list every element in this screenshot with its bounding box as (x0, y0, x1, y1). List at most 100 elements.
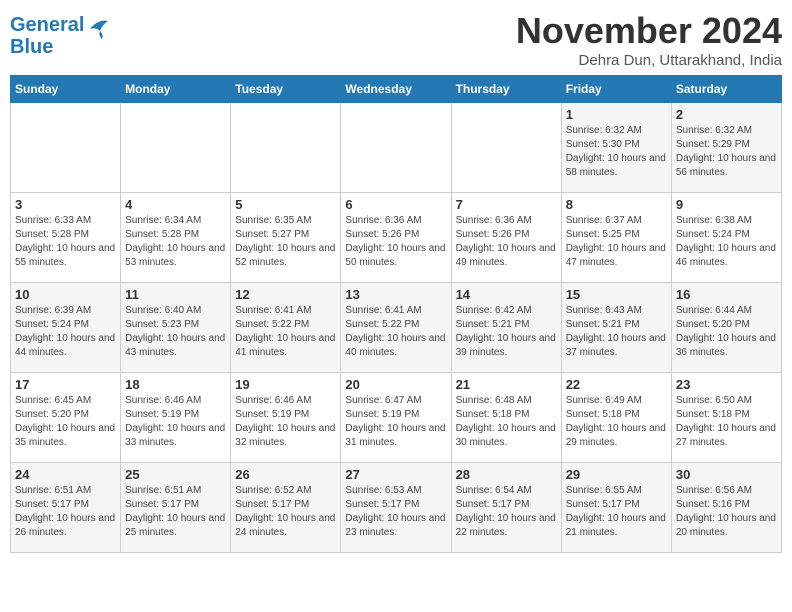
day-of-week-header: Tuesday (231, 76, 341, 103)
calendar-cell: 20 Sunrise: 6:47 AM Sunset: 5:19 PM Dayli… (341, 373, 451, 463)
calendar-header: SundayMondayTuesdayWednesdayThursdayFrid… (11, 76, 782, 103)
calendar-week-row: 1Sunrise: 6:32 AM Sunset: 5:30 PM Daylig… (11, 103, 782, 193)
day-info: Sunrise: 6:48 AM Sunset: 5:18 PM Dayligh… (456, 394, 557, 450)
day-info: Sunrise: 6:39 AM Sunset: 5:24 PM Dayligh… (15, 304, 116, 360)
day-number: 28 (456, 467, 557, 482)
day-number: 3 (15, 197, 116, 212)
day-info: Sunrise: 6:32 AM Sunset: 5:29 PM Dayligh… (676, 124, 777, 180)
day-number: 19 (235, 377, 336, 392)
calendar-cell: 24 Sunrise: 6:51 AM Sunset: 5:17 PM Dayli… (11, 463, 121, 553)
day-info: Sunrise: 6:55 AM Sunset: 5:17 PM Dayligh… (566, 484, 667, 540)
calendar-cell: 6 Sunrise: 6:36 AM Sunset: 5:26 PM Daylig… (341, 193, 451, 283)
day-of-week-header: Sunday (11, 76, 121, 103)
day-of-week-header: Thursday (451, 76, 561, 103)
calendar-cell: 4Sunrise: 6:34 AM Sunset: 5:28 PM Daylig… (121, 193, 231, 283)
calendar-cell: 13Sunrise: 6:41 AM Sunset: 5:22 PM Dayli… (341, 283, 451, 373)
day-number: 9 (676, 197, 777, 212)
day-number: 17 (15, 377, 116, 392)
day-number: 1 (566, 107, 667, 122)
day-number: 21 (456, 377, 557, 392)
calendar-week-row: 24 Sunrise: 6:51 AM Sunset: 5:17 PM Dayli… (11, 463, 782, 553)
calendar-cell: 21 Sunrise: 6:48 AM Sunset: 5:18 PM Dayli… (451, 373, 561, 463)
logo-bird-icon (80, 15, 110, 43)
day-info: Sunrise: 6:36 AM Sunset: 5:26 PM Dayligh… (456, 214, 557, 270)
day-info: Sunrise: 6:42 AM Sunset: 5:21 PM Dayligh… (456, 304, 557, 360)
day-info: Sunrise: 6:33 AM Sunset: 5:28 PM Dayligh… (15, 214, 116, 270)
calendar-cell: 26Sunrise: 6:52 AM Sunset: 5:17 PM Dayli… (231, 463, 341, 553)
calendar-cell: 9Sunrise: 6:38 AM Sunset: 5:24 PM Daylig… (671, 193, 781, 283)
calendar-cell: 17 Sunrise: 6:45 AM Sunset: 5:20 PM Dayli… (11, 373, 121, 463)
day-number: 26 (235, 467, 336, 482)
day-info: Sunrise: 6:51 AM Sunset: 5:17 PM Dayligh… (15, 484, 116, 540)
calendar-cell (341, 103, 451, 193)
day-number: 15 (566, 287, 667, 302)
day-info: Sunrise: 6:53 AM Sunset: 5:17 PM Dayligh… (345, 484, 446, 540)
calendar-cell: 11 Sunrise: 6:40 AM Sunset: 5:23 PM Dayli… (121, 283, 231, 373)
day-info: Sunrise: 6:51 AM Sunset: 5:17 PM Dayligh… (125, 484, 226, 540)
day-number: 10 (15, 287, 116, 302)
calendar-cell: 7 Sunrise: 6:36 AM Sunset: 5:26 PM Daylig… (451, 193, 561, 283)
day-info: Sunrise: 6:50 AM Sunset: 5:18 PM Dayligh… (676, 394, 777, 450)
calendar-cell: 30 Sunrise: 6:56 AM Sunset: 5:16 PM Dayli… (671, 463, 781, 553)
day-of-week-header: Saturday (671, 76, 781, 103)
calendar-week-row: 10 Sunrise: 6:39 AM Sunset: 5:24 PM Dayli… (11, 283, 782, 373)
page-header: General Blue November 2024 Dehra Dun, Ut… (10, 10, 782, 69)
day-info: Sunrise: 6:56 AM Sunset: 5:16 PM Dayligh… (676, 484, 777, 540)
subtitle: Dehra Dun, Uttarakhand, India (516, 52, 782, 69)
day-number: 8 (566, 197, 667, 212)
calendar-cell (121, 103, 231, 193)
calendar-cell: 5Sunrise: 6:35 AM Sunset: 5:27 PM Daylig… (231, 193, 341, 283)
month-title: November 2024 (516, 10, 782, 52)
day-info: Sunrise: 6:49 AM Sunset: 5:18 PM Dayligh… (566, 394, 667, 450)
day-info: Sunrise: 6:54 AM Sunset: 5:17 PM Dayligh… (456, 484, 557, 540)
calendar-cell: 23 Sunrise: 6:50 AM Sunset: 5:18 PM Dayli… (671, 373, 781, 463)
day-info: Sunrise: 6:36 AM Sunset: 5:26 PM Dayligh… (345, 214, 446, 270)
calendar-cell: 16 Sunrise: 6:44 AM Sunset: 5:20 PM Dayli… (671, 283, 781, 373)
logo: General Blue (10, 14, 110, 58)
calendar-cell (451, 103, 561, 193)
day-info: Sunrise: 6:43 AM Sunset: 5:21 PM Dayligh… (566, 304, 667, 360)
day-info: Sunrise: 6:45 AM Sunset: 5:20 PM Dayligh… (15, 394, 116, 450)
day-number: 7 (456, 197, 557, 212)
day-number: 30 (676, 467, 777, 482)
day-number: 12 (235, 287, 336, 302)
day-number: 2 (676, 107, 777, 122)
calendar-cell: 27Sunrise: 6:53 AM Sunset: 5:17 PM Dayli… (341, 463, 451, 553)
day-number: 4 (125, 197, 226, 212)
calendar-cell (11, 103, 121, 193)
calendar-body: 1Sunrise: 6:32 AM Sunset: 5:30 PM Daylig… (11, 103, 782, 553)
day-number: 22 (566, 377, 667, 392)
calendar-cell: 8 Sunrise: 6:37 AM Sunset: 5:25 PM Daylig… (561, 193, 671, 283)
day-info: Sunrise: 6:37 AM Sunset: 5:25 PM Dayligh… (566, 214, 667, 270)
day-number: 6 (345, 197, 446, 212)
calendar-week-row: 3 Sunrise: 6:33 AM Sunset: 5:28 PM Daylig… (11, 193, 782, 283)
day-info: Sunrise: 6:44 AM Sunset: 5:20 PM Dayligh… (676, 304, 777, 360)
calendar-cell: 10 Sunrise: 6:39 AM Sunset: 5:24 PM Dayli… (11, 283, 121, 373)
day-number: 18 (125, 377, 226, 392)
calendar-week-row: 17 Sunrise: 6:45 AM Sunset: 5:20 PM Dayli… (11, 373, 782, 463)
day-number: 16 (676, 287, 777, 302)
day-number: 25 (125, 467, 226, 482)
day-info: Sunrise: 6:35 AM Sunset: 5:27 PM Dayligh… (235, 214, 336, 270)
calendar-cell: 22 Sunrise: 6:49 AM Sunset: 5:18 PM Dayli… (561, 373, 671, 463)
calendar-cell: 18 Sunrise: 6:46 AM Sunset: 5:19 PM Dayli… (121, 373, 231, 463)
calendar-cell: 15 Sunrise: 6:43 AM Sunset: 5:21 PM Dayli… (561, 283, 671, 373)
calendar-cell (231, 103, 341, 193)
day-number: 20 (345, 377, 446, 392)
calendar-cell: 1Sunrise: 6:32 AM Sunset: 5:30 PM Daylig… (561, 103, 671, 193)
day-info: Sunrise: 6:46 AM Sunset: 5:19 PM Dayligh… (235, 394, 336, 450)
calendar-cell: 3 Sunrise: 6:33 AM Sunset: 5:28 PM Daylig… (11, 193, 121, 283)
day-number: 24 (15, 467, 116, 482)
day-of-week-header: Monday (121, 76, 231, 103)
day-number: 11 (125, 287, 226, 302)
day-number: 13 (345, 287, 446, 302)
day-info: Sunrise: 6:46 AM Sunset: 5:19 PM Dayligh… (125, 394, 226, 450)
logo-text-blue: Blue (10, 36, 53, 58)
day-of-week-header: Friday (561, 76, 671, 103)
day-info: Sunrise: 6:47 AM Sunset: 5:19 PM Dayligh… (345, 394, 446, 450)
calendar-cell: 28 Sunrise: 6:54 AM Sunset: 5:17 PM Dayli… (451, 463, 561, 553)
calendar-cell: 19 Sunrise: 6:46 AM Sunset: 5:19 PM Dayli… (231, 373, 341, 463)
day-number: 14 (456, 287, 557, 302)
day-info: Sunrise: 6:40 AM Sunset: 5:23 PM Dayligh… (125, 304, 226, 360)
day-number: 23 (676, 377, 777, 392)
